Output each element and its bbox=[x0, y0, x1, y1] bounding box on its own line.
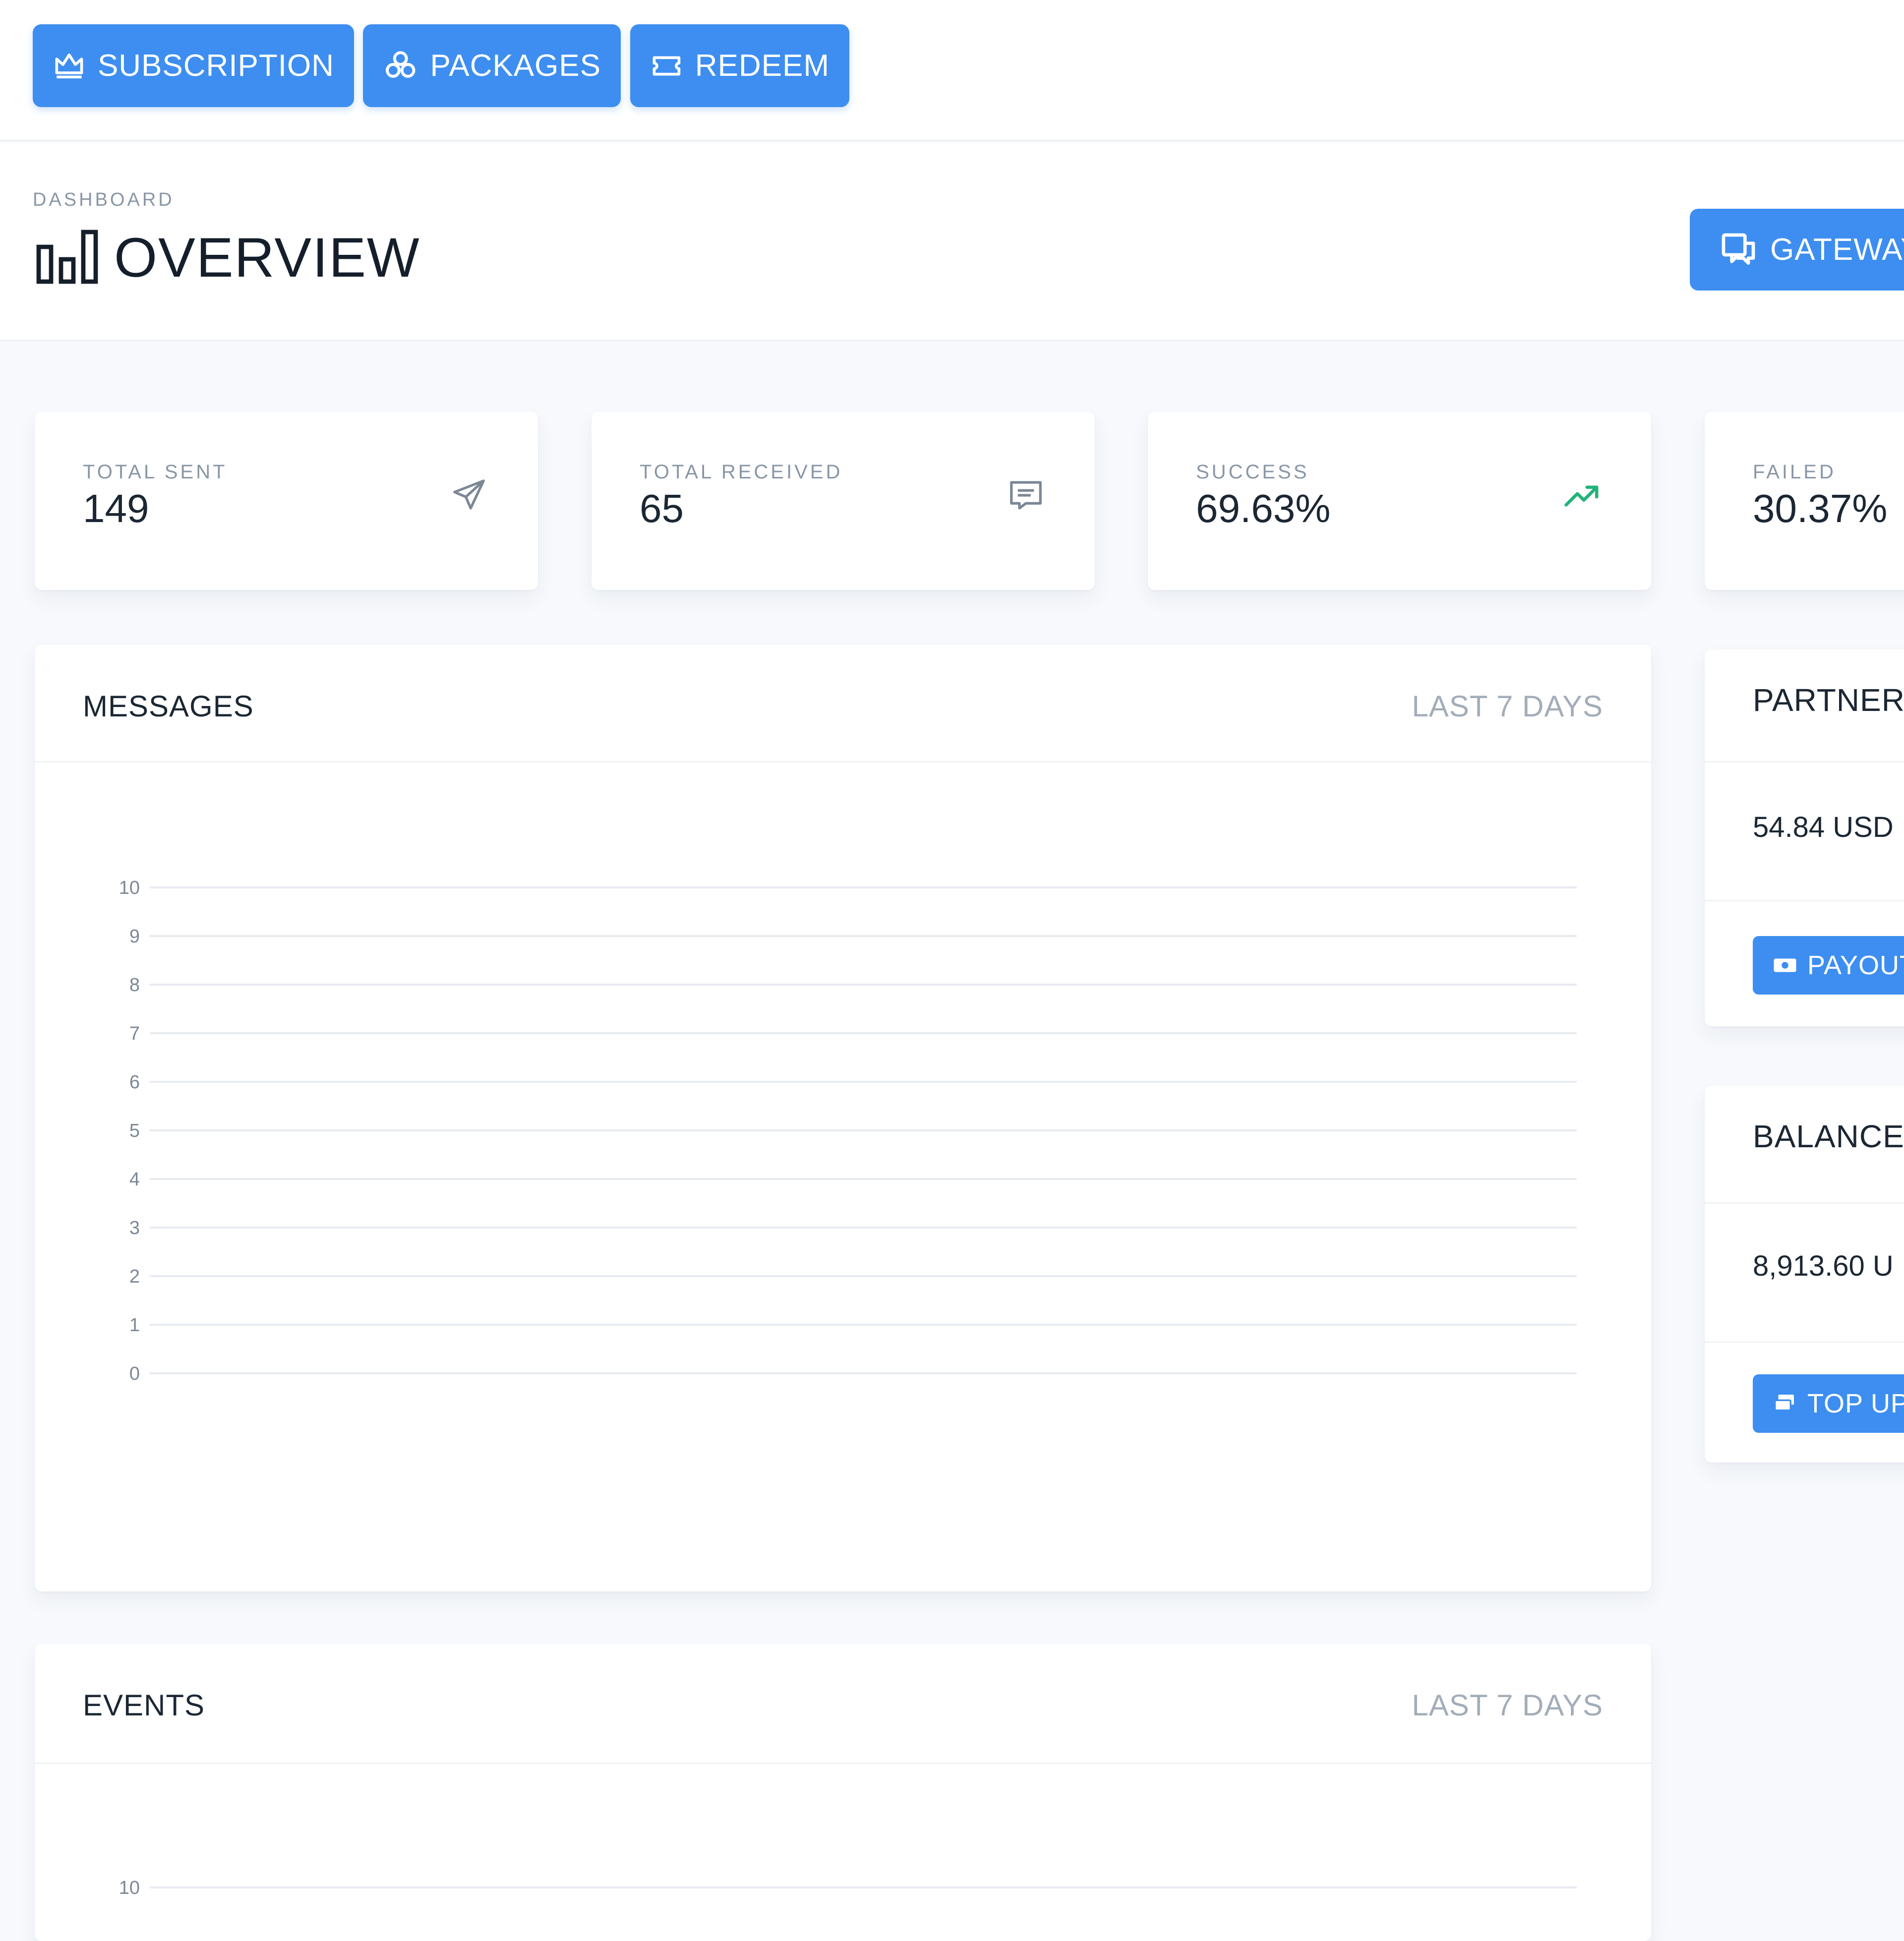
messages-y-tick-label: 7 bbox=[129, 1023, 140, 1044]
balance-card: BALANCE 8,913.60 U TOP UP bbox=[1705, 1086, 1904, 1463]
chat-gateway-icon bbox=[1722, 233, 1755, 265]
payout-label: PAYOUT bbox=[1807, 950, 1904, 980]
stat-label: FAILED bbox=[1753, 461, 1836, 483]
stat-card-success: SUCCESS 69.63% bbox=[1148, 412, 1651, 590]
stat-value: 65 bbox=[640, 486, 684, 530]
stat-card-total-received: TOTAL RECEIVED 65 bbox=[592, 412, 1095, 590]
messages-panel: MESSAGES LAST 7 DAYS 0 1 2 3 4 5 6 7 8 9 10 bbox=[35, 645, 1651, 1591]
balance-title: BALANCE bbox=[1753, 1118, 1904, 1154]
paper-plane-icon bbox=[453, 479, 485, 510]
messages-y-tick-label: 10 bbox=[119, 878, 140, 898]
stat-label: SUCCESS bbox=[1196, 461, 1309, 483]
stat-card-total-sent: TOTAL SENT 149 bbox=[35, 412, 538, 590]
messages-y-tick-label: 3 bbox=[129, 1218, 140, 1238]
stat-value: 69.63% bbox=[1196, 486, 1331, 530]
stat-label: TOTAL SENT bbox=[83, 461, 228, 483]
redeem-button[interactable]: REDEEM bbox=[630, 24, 849, 107]
messages-y-tick-label: 5 bbox=[129, 1120, 140, 1141]
partners-amount: 54.84 USD bbox=[1753, 811, 1894, 843]
panel-divider bbox=[1705, 1341, 1904, 1343]
page-title: OVERVIEW bbox=[114, 227, 420, 289]
messages-y-tick-label: 0 bbox=[129, 1363, 140, 1384]
message-icon bbox=[1010, 481, 1042, 510]
crown-icon bbox=[55, 53, 83, 78]
subscription-button[interactable]: SUBSCRIPTION bbox=[33, 24, 354, 107]
top-up-label: TOP UP bbox=[1807, 1389, 1904, 1418]
packages-label: PACKAGES bbox=[430, 49, 601, 83]
redeem-label: REDEEM bbox=[695, 49, 830, 83]
stat-label: TOTAL RECEIVED bbox=[640, 461, 843, 483]
subscription-label: SUBSCRIPTION bbox=[97, 49, 334, 83]
events-y-tick-label: 10 bbox=[119, 1878, 140, 1898]
stat-card-failed: FAILED 30.37% bbox=[1705, 412, 1904, 590]
events-chart: 10 bbox=[119, 1878, 1577, 1898]
events-panel: EVENTS LAST 7 DAYS 10 bbox=[35, 1644, 1651, 1941]
cash-icon bbox=[1774, 958, 1796, 972]
payout-button[interactable]: PAYOUT bbox=[1753, 936, 1904, 995]
messages-y-tick-label: 1 bbox=[129, 1315, 140, 1336]
bar-chart-icon bbox=[36, 230, 98, 284]
messages-chart: 0 1 2 3 4 5 6 7 8 9 10 bbox=[119, 878, 1577, 1384]
balance-amount: 8,913.60 U bbox=[1753, 1250, 1894, 1282]
panel-divider bbox=[1705, 1202, 1904, 1204]
packages-button[interactable]: PACKAGES bbox=[363, 24, 621, 107]
messages-y-tick-label: 2 bbox=[129, 1266, 140, 1287]
breadcrumb: DASHBOARD bbox=[33, 189, 175, 210]
panel-divider bbox=[1705, 900, 1904, 901]
stat-value: 30.37% bbox=[1753, 486, 1888, 530]
partners-card: PARTNERS 54.84 USD PAYOUT bbox=[1705, 649, 1904, 1026]
gateway-button[interactable]: GATEWAY bbox=[1690, 209, 1904, 291]
boxes-icon bbox=[385, 51, 416, 78]
messages-y-tick-label: 8 bbox=[129, 975, 140, 996]
messages-y-tick-label: 6 bbox=[129, 1072, 140, 1093]
partners-title: PARTNERS bbox=[1753, 682, 1904, 718]
trend-up-icon bbox=[1564, 485, 1599, 507]
messages-y-tick-label: 9 bbox=[129, 926, 140, 947]
stat-value: 149 bbox=[83, 486, 149, 530]
money-stack-icon bbox=[1774, 1395, 1794, 1412]
panel-divider bbox=[1705, 761, 1904, 763]
top-toolbar: SUBSCRIPTION PACKAGES REDEEM bbox=[0, 0, 1904, 141]
ticket-icon bbox=[653, 56, 681, 75]
messages-y-tick-label: 4 bbox=[129, 1169, 140, 1190]
gateway-label: GATEWAY bbox=[1770, 233, 1904, 267]
top-up-button[interactable]: TOP UP bbox=[1753, 1374, 1904, 1433]
